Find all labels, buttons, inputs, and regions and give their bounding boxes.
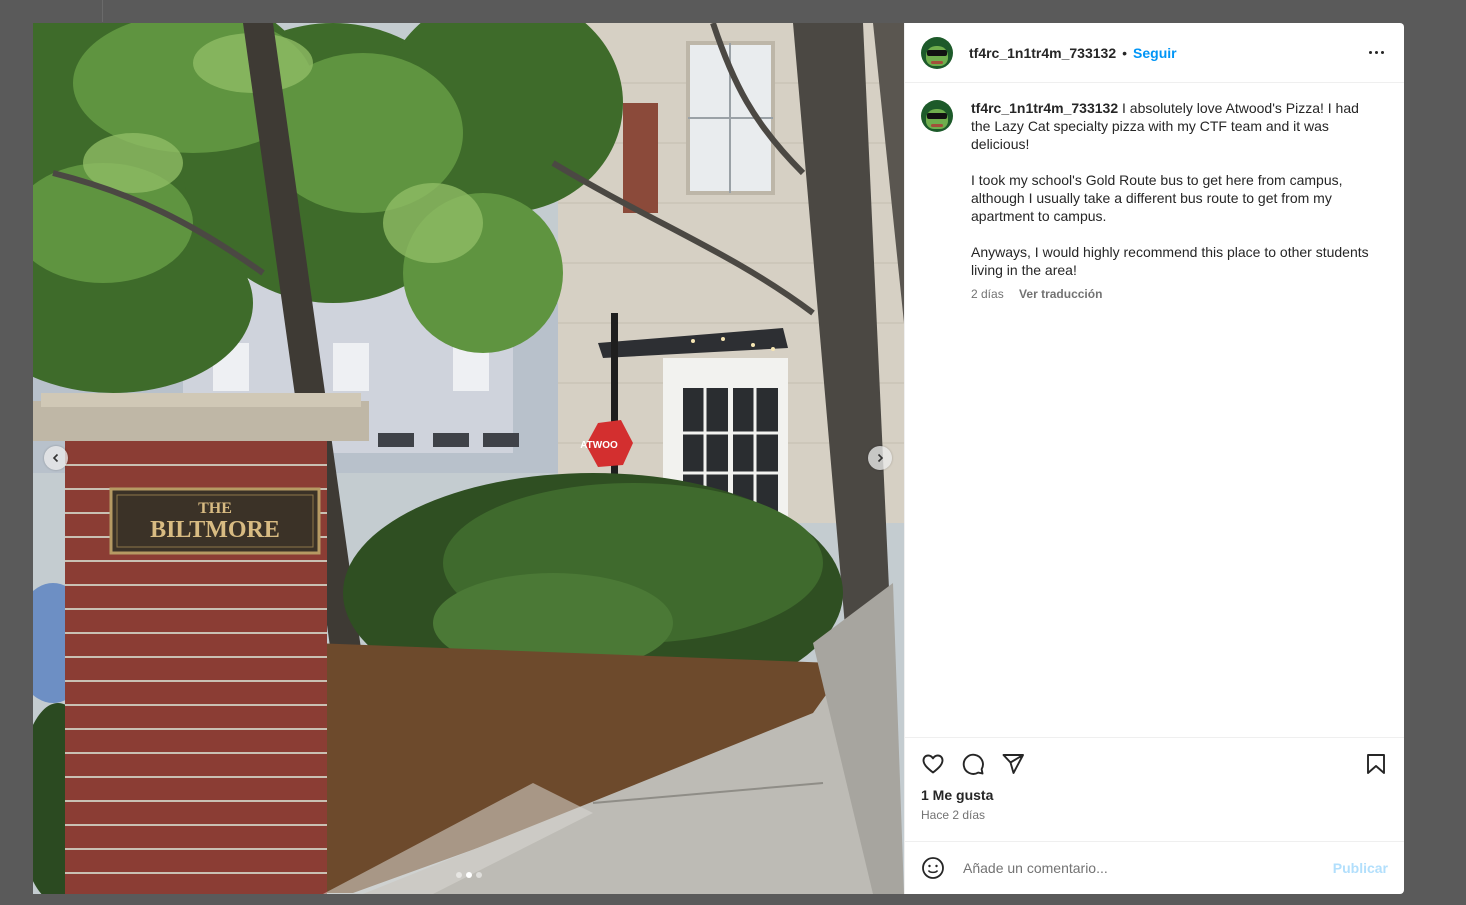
caption-avatar[interactable] [921,100,953,132]
caption-age[interactable]: 2 días [971,287,1004,301]
post-header: tf4rc_1n1tr4m_733132 • Seguir [905,23,1404,83]
carousel-dot-active [466,872,472,878]
follow-button[interactable]: Seguir [1133,45,1177,61]
carousel-next-button[interactable] [868,446,892,470]
post-caption: tf4rc_1n1tr4m_733132 I absolutely love A… [921,99,1388,301]
author-username[interactable]: tf4rc_1n1tr4m_733132 [969,45,1116,61]
avatar[interactable] [921,36,953,69]
photo-scene: ATWOO THE BILTMORE [33,23,904,894]
post-dialog: ATWOO THE BILTMORE tf4rc_1n1tr4m_733132 … [33,23,1404,894]
comment-icon[interactable] [961,752,985,776]
heart-icon[interactable] [921,752,945,776]
emoji-icon[interactable] [921,856,945,880]
comments-section: tf4rc_1n1tr4m_733132 I absolutely love A… [905,83,1404,737]
post-timestamp: Hace 2 días [921,808,986,822]
bookmark-icon[interactable] [1364,752,1388,776]
comment-input[interactable] [961,859,1333,877]
chevron-right-icon [877,453,884,463]
plaque-line-2: BILTMORE [150,517,280,543]
carousel-prev-button[interactable] [44,446,68,470]
plaque-line-1: THE [198,500,232,517]
chevron-left-icon [52,453,59,463]
caption-text: I absolutely love Atwood's Pizza! I had … [971,100,1369,278]
more-options-button[interactable] [1365,47,1388,58]
carousel-indicator [456,872,482,878]
carousel-dot [476,872,482,878]
caption-username[interactable]: tf4rc_1n1tr4m_733132 [971,100,1118,116]
action-bar: 1 Me gusta Hace 2 días [905,737,1404,841]
carousel-dot [456,872,462,878]
add-comment-bar: Publicar [905,841,1404,894]
post-photo: ATWOO THE BILTMORE [33,23,904,894]
header-separator: • [1122,44,1128,61]
see-translation-button[interactable]: Ver traducción [1019,287,1102,301]
caption-text-block: tf4rc_1n1tr4m_733132 I absolutely love A… [971,99,1375,279]
likes-count[interactable]: 1 Me gusta [921,787,1388,803]
backdrop-divider [102,0,103,22]
publish-button[interactable]: Publicar [1333,860,1388,876]
storefront-sign-text: ATWOO [580,440,618,451]
post-side-panel: tf4rc_1n1tr4m_733132 • Seguir tf4rc_1n1t… [904,23,1404,894]
send-icon[interactable] [1001,752,1025,776]
more-options-icon [1369,51,1372,54]
